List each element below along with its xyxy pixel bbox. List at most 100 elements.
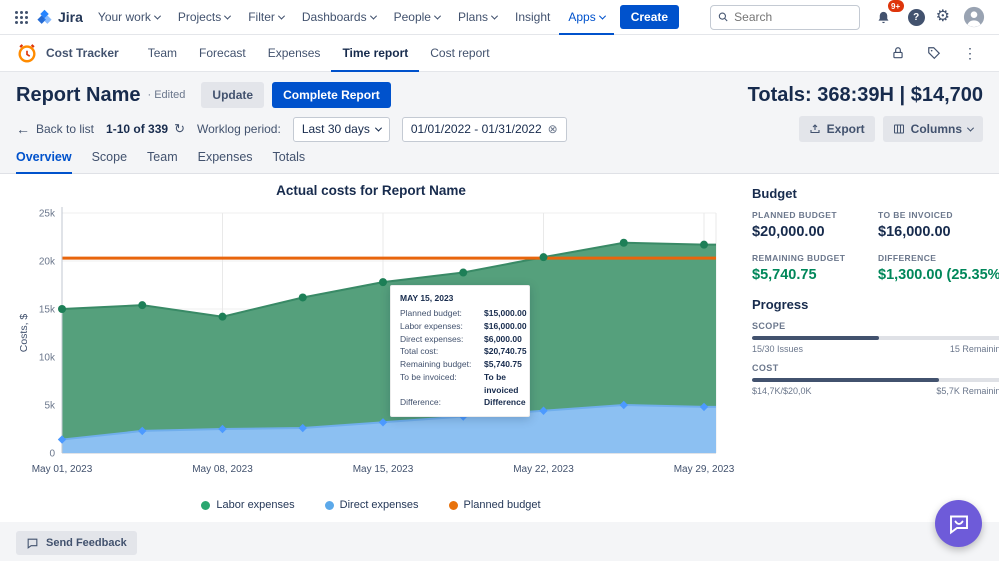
cost-progress-bar <box>752 378 999 382</box>
back-to-list-link[interactable]: ← Back to list <box>16 121 94 137</box>
send-feedback-label: Send Feedback <box>46 537 127 549</box>
nav-your-work[interactable]: Your work <box>89 0 169 35</box>
nav-projects[interactable]: Projects <box>169 0 239 35</box>
create-button[interactable]: Create <box>620 5 679 29</box>
app-bar-actions: ⋮ <box>885 40 983 66</box>
nav-label: Projects <box>178 10 221 24</box>
nav-plans[interactable]: Plans <box>449 0 506 35</box>
nav-label: Dashboards <box>302 10 367 24</box>
stat-value: $1,300.00 (25.35%) <box>878 267 999 283</box>
tooltip-label: Total cost: <box>400 345 484 358</box>
stat-remaining-budget: REMAINING BUDGET $5,740.75 <box>752 253 870 283</box>
nav-label: Your work <box>98 10 151 24</box>
toolbar-actions: Export Columns <box>799 116 983 142</box>
budget-panel: Budget PLANNED BUDGET $20,000.00 TO BE I… <box>734 174 999 522</box>
tag-icon[interactable] <box>921 40 947 66</box>
report-header: Report Name · Edited Update Complete Rep… <box>0 72 999 109</box>
legend-labor-expenses[interactable]: Labor expenses <box>201 499 294 511</box>
app-tab-cost-report[interactable]: Cost report <box>419 35 500 72</box>
legend-dot-orange <box>449 501 458 510</box>
app-tab-expenses[interactable]: Expenses <box>257 35 332 72</box>
tooltip-value: $20,740.75 <box>484 345 527 358</box>
chevron-down-icon <box>278 12 285 19</box>
update-button[interactable]: Update <box>201 82 264 108</box>
page-title: Report Name <box>16 84 140 107</box>
feedback-bubble-icon <box>26 537 39 550</box>
svg-text:May 01, 2023: May 01, 2023 <box>32 464 93 475</box>
budget-heading: Budget <box>752 186 999 201</box>
tooltip-label: Remaining budget: <box>400 358 484 371</box>
app-tab-team[interactable]: Team <box>137 35 188 72</box>
columns-button[interactable]: Columns <box>883 116 983 142</box>
refresh-icon[interactable]: ↻ <box>174 121 185 137</box>
stat-difference: DIFFERENCE $1,300.00 (25.35%) <box>878 253 999 283</box>
help-button[interactable]: ? <box>908 9 925 26</box>
worklog-period-label: Worklog period: <box>197 122 281 136</box>
complete-report-button[interactable]: Complete Report <box>272 82 391 108</box>
cost-tracker-app-bar: Cost Tracker Team Forecast Expenses Time… <box>0 35 999 72</box>
tab-totals[interactable]: Totals <box>273 150 306 173</box>
chat-smile-icon <box>947 512 971 536</box>
send-feedback-button[interactable]: Send Feedback <box>16 531 137 555</box>
nav-label: Filter <box>248 10 275 24</box>
costs-area-chart[interactable]: 05k10k15k20k25kMay 01, 2023May 08, 2023M… <box>16 201 726 493</box>
nav-people[interactable]: People <box>385 0 449 35</box>
notification-badge: 9+ <box>887 0 905 13</box>
legend-dot-green <box>201 501 210 510</box>
tooltip-label: To be invoiced: <box>400 371 484 397</box>
svg-text:May 29, 2023: May 29, 2023 <box>674 464 735 475</box>
chart-legend: Labor expenses Direct expenses Planned b… <box>16 493 726 511</box>
lock-icon[interactable] <box>885 40 911 66</box>
svg-text:May 08, 2023: May 08, 2023 <box>192 464 253 475</box>
date-range-value: 01/01/2022 - 01/31/2022 <box>411 122 542 136</box>
stat-label: DIFFERENCE <box>878 253 999 263</box>
scope-progress-bar <box>752 336 999 340</box>
app-tab-time-report[interactable]: Time report <box>331 35 419 72</box>
search-input[interactable] <box>710 5 860 30</box>
scope-progress-left: 15/30 Issues <box>752 344 803 354</box>
chevron-down-icon <box>370 12 377 19</box>
tab-team[interactable]: Team <box>147 150 178 173</box>
settings-gear-icon[interactable]: ⚙ <box>936 9 950 25</box>
avatar[interactable] <box>961 4 987 30</box>
nav-dashboards[interactable]: Dashboards <box>293 0 385 35</box>
back-arrow-icon: ← <box>16 121 30 137</box>
nav-filter[interactable]: Filter <box>239 0 293 35</box>
chat-widget-button[interactable] <box>935 500 982 547</box>
chart-tooltip: MAY 15, 2023 Planned budget:$15,000.00 L… <box>390 285 530 417</box>
stat-to-be-invoiced: TO BE INVOICED $16,000.00 <box>878 210 999 240</box>
search-icon <box>718 11 729 23</box>
chevron-down-icon <box>375 124 382 131</box>
tab-expenses[interactable]: Expenses <box>198 150 253 173</box>
chevron-down-icon <box>491 12 498 19</box>
svg-text:25k: 25k <box>39 209 56 220</box>
tab-scope[interactable]: Scope <box>92 150 127 173</box>
date-range-chip[interactable]: 01/01/2022 - 01/31/2022 ⊗ <box>402 117 567 142</box>
tooltip-label: Labor expenses: <box>400 320 484 333</box>
chevron-down-icon <box>224 12 231 19</box>
tooltip-value: $15,000.00 <box>484 307 527 320</box>
export-button[interactable]: Export <box>799 116 875 142</box>
progress-scope: SCOPE 15/30 Issues 15 Remaining <box>752 321 999 354</box>
legend-direct-expenses[interactable]: Direct expenses <box>325 499 419 511</box>
nav-insight[interactable]: Insight <box>506 0 559 35</box>
overview-card: Actual costs for Report Name 05k10k15k20… <box>0 174 999 522</box>
svg-text:5k: 5k <box>44 401 56 412</box>
stat-label: TO BE INVOICED <box>878 210 999 220</box>
period-dropdown[interactable]: Last 30 days <box>293 117 390 142</box>
jira-logo[interactable]: Jira <box>36 9 83 26</box>
cost-progress-left: $14,7K/$20,0K <box>752 386 812 396</box>
nav-apps[interactable]: Apps <box>559 0 613 35</box>
nav-label: People <box>394 10 431 24</box>
legend-label: Labor expenses <box>216 499 294 511</box>
search-field[interactable] <box>734 10 851 24</box>
app-switcher-icon[interactable] <box>8 4 34 30</box>
export-label: Export <box>827 122 865 136</box>
notifications-button[interactable]: 9+ <box>871 4 897 30</box>
kebab-menu-icon[interactable]: ⋮ <box>957 40 983 66</box>
tooltip-label: Difference: <box>400 396 484 409</box>
legend-planned-budget[interactable]: Planned budget <box>449 499 541 511</box>
app-tab-forecast[interactable]: Forecast <box>188 35 257 72</box>
close-icon[interactable]: ⊗ <box>548 122 558 136</box>
tab-overview[interactable]: Overview <box>16 150 72 174</box>
